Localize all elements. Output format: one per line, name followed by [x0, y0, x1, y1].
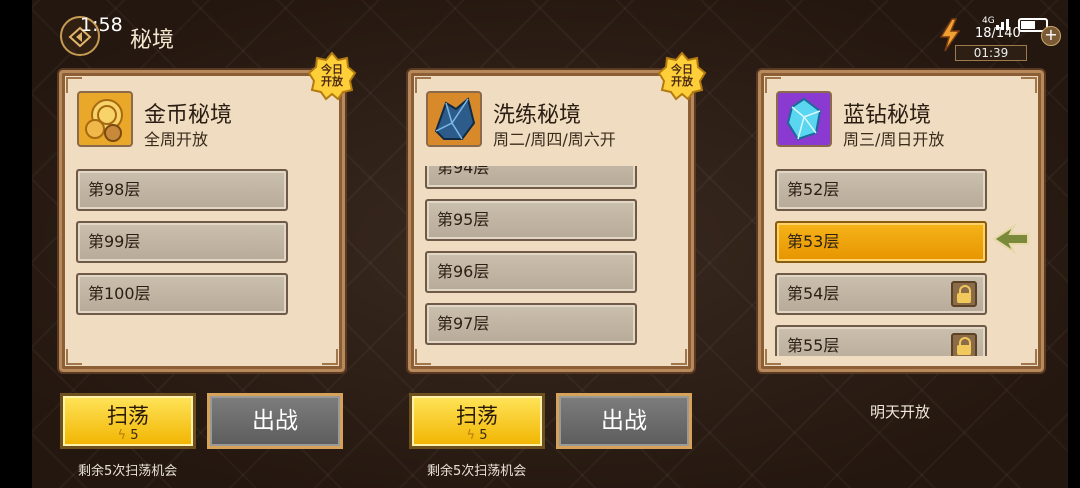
floor-list[interactable]: 第52层 第53层 第54层 第55层 [775, 166, 990, 356]
screen-edge-left [0, 0, 32, 488]
energy-icon: ϟ [117, 428, 127, 443]
sweep-cost-value: 5 [479, 428, 488, 443]
floor-item-selected[interactable]: 第53层 [775, 221, 987, 263]
corner-ornament [1021, 349, 1037, 365]
dungeon-title: 金币秘境 [144, 103, 233, 128]
floor-list[interactable]: 第98层 第99层 第100层 [76, 166, 291, 356]
floor-item[interactable]: 第100层 [76, 273, 288, 315]
floor-label: 第54层 [787, 284, 840, 303]
floor-item-locked[interactable]: 第55层 [775, 325, 987, 356]
floor-item[interactable]: 第96层 [425, 251, 637, 293]
badge-label: 今日 开放 [671, 63, 693, 88]
sweep-cost-value: 5 [130, 428, 139, 443]
sweep-label: 扫荡 [456, 404, 498, 428]
add-energy-button[interactable]: + [1041, 26, 1061, 46]
floor-list[interactable]: 第94层 第95层 第96层 第97层 [425, 166, 640, 356]
sweep-cost: ϟ 5 [412, 428, 542, 443]
opens-tomorrow-text: 明天开放 [869, 403, 930, 421]
blue-diamond-icon [776, 91, 832, 147]
floor-item-locked[interactable]: 第54层 [775, 273, 987, 315]
corner-ornament [671, 349, 687, 365]
sweep-button[interactable]: 扫荡 ϟ 5 [60, 393, 196, 449]
fight-button[interactable]: 出战 [556, 393, 692, 449]
page-title: 秘境 [130, 28, 175, 53]
lock-icon [951, 281, 977, 307]
sweep-label: 扫荡 [107, 404, 149, 428]
network-type: 4G [982, 16, 995, 26]
screen-edge-right [1068, 0, 1080, 488]
dungeon-title: 洗练秘境 [493, 103, 582, 128]
dungeon-schedule: 全周开放 [144, 130, 209, 149]
remaining-sweeps: 剩余5次扫荡机会 [78, 464, 178, 479]
status-time: 1:58 [80, 14, 123, 36]
dungeon-card-diamond: 蓝钻秘境 周三/周日开放 第52层 第53层 第54层 第55层 [758, 70, 1044, 372]
corner-ornament [322, 349, 338, 365]
floor-item[interactable]: 第52层 [775, 169, 987, 211]
floor-label: 第55层 [787, 336, 840, 355]
dungeon-title: 蓝钻秘境 [843, 103, 932, 128]
corner-ornament [1021, 77, 1037, 93]
dungeon-schedule: 周三/周日开放 [843, 130, 945, 149]
crystal-ore-icon [426, 91, 482, 147]
open-today-badge: 今日 开放 [307, 51, 357, 101]
badge-label: 今日 开放 [321, 63, 343, 88]
energy-timer: 01:39 [955, 45, 1027, 61]
floor-item[interactable]: 第99层 [76, 221, 288, 263]
sweep-button[interactable]: 扫荡 ϟ 5 [409, 393, 545, 449]
floor-item[interactable]: 第95层 [425, 199, 637, 241]
dungeon-card-gold: 金币秘境 全周开放 第98层 第99层 第100层 [59, 70, 345, 372]
dungeon-card-refine: 洗练秘境 周二/周四/周六开 第94层 第95层 第96层 第97层 [408, 70, 694, 372]
sweep-cost: ϟ 5 [63, 428, 193, 443]
floor-item[interactable]: 第94层 [425, 166, 637, 189]
floor-item[interactable]: 第97层 [425, 303, 637, 345]
fight-button[interactable]: 出战 [207, 393, 343, 449]
energy-icon: ϟ [466, 428, 476, 443]
remaining-sweeps: 剩余5次扫荡机会 [427, 464, 527, 479]
signal-icon [996, 19, 1009, 30]
gold-coin-icon [77, 91, 133, 147]
open-today-badge: 今日 开放 [657, 51, 707, 101]
floor-item[interactable]: 第98层 [76, 169, 288, 211]
dungeon-schedule: 周二/周四/周六开 [493, 130, 616, 149]
lock-icon [951, 333, 977, 356]
selected-floor-arrow-icon [992, 224, 1029, 254]
